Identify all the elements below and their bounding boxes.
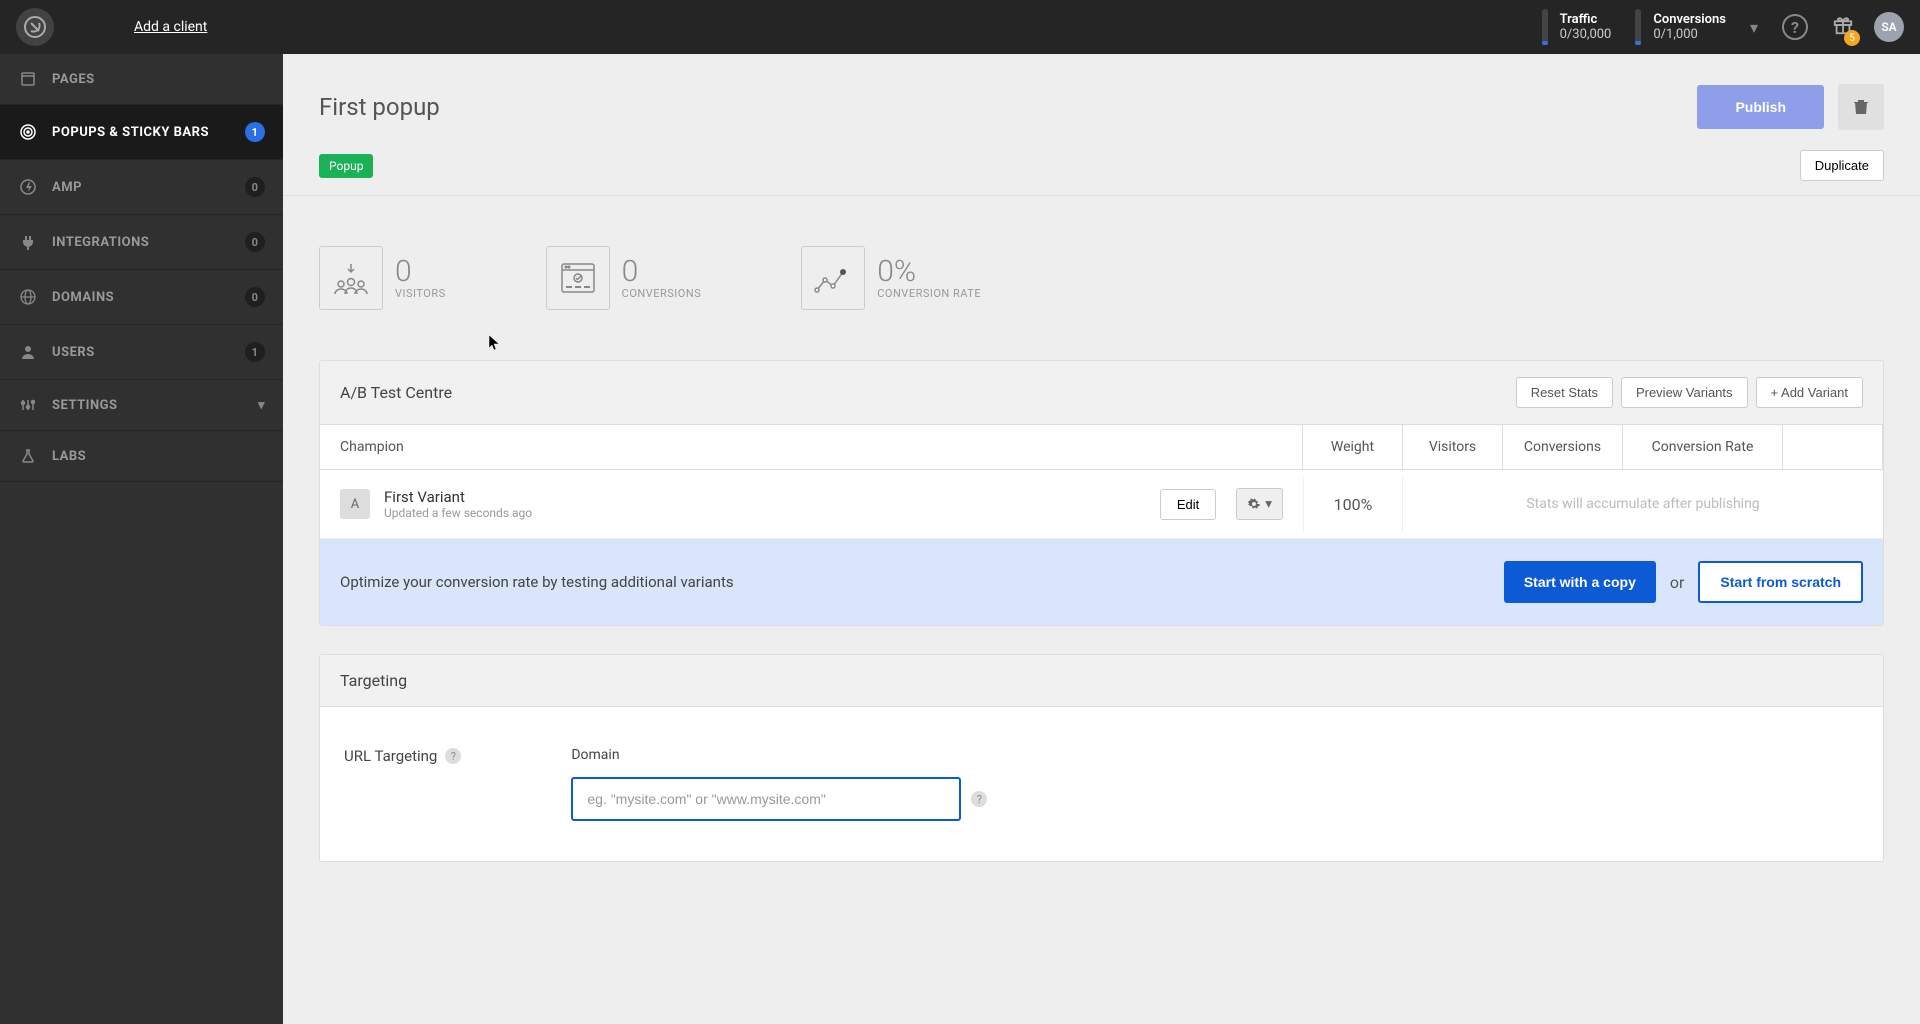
visitors-num: 0 [395,257,446,287]
or-text: or [1670,573,1685,592]
delete-button[interactable] [1838,84,1884,130]
trash-icon [1852,98,1870,116]
stat-visitors: 0 VISITORS [319,246,446,310]
sidebar-item-pages[interactable]: PAGES [0,54,283,105]
sidebar-item-labs[interactable]: LABS [0,431,283,482]
flask-icon [18,448,38,464]
sidebar-label-users: USERS [52,345,245,360]
sidebar-item-settings[interactable]: SETTINGS ▾ [0,380,283,431]
variant-row: A First Variant Updated a few seconds ag… [320,470,1883,539]
stat-conversions: 0 CONVERSIONS [546,246,702,310]
ab-test-panel: A/B Test Centre Reset Stats Preview Vari… [319,360,1884,626]
rate-num: 0% [877,257,981,287]
col-rate: Conversion Rate [1623,425,1783,469]
sidebar-item-popups[interactable]: POPUPS & STICKY BARS 1 [0,105,283,160]
bolt-icon [18,179,38,195]
sidebar-label-integrations: INTEGRATIONS [52,235,245,250]
user-avatar[interactable]: SA [1874,12,1904,42]
targeting-panel: Targeting URL Targeting ? Domain ? [319,654,1884,862]
sidebar-badge-integrations: 0 [245,232,265,252]
globe-icon [18,289,38,305]
variant-letter-badge: A [340,489,370,519]
sidebar-label-labs: LABS [52,449,265,464]
col-weight: Weight [1303,425,1403,469]
conversions-label: CONVERSIONS [622,287,702,300]
domain-label: Domain [571,747,987,763]
traffic-label: Traffic [1560,12,1612,27]
variant-name: First Variant [384,488,532,506]
sidebar-badge-users: 1 [245,342,265,362]
visitors-label: VISITORS [395,287,446,300]
col-conversions: Conversions [1503,425,1623,469]
gear-icon [1247,497,1261,511]
url-targeting-label: URL Targeting [344,747,437,765]
sidebar-label-popups: POPUPS & STICKY BARS [52,125,245,140]
help-icon[interactable]: ? [971,791,987,807]
visitors-icon [319,246,383,310]
rate-label: CONVERSION RATE [877,287,981,300]
col-champion: Champion [320,425,1303,469]
sliders-icon [18,397,38,413]
preview-variants-button[interactable]: Preview Variants [1621,377,1748,408]
conversions-icon [546,246,610,310]
variant-settings-button[interactable]: ▾ [1236,488,1283,520]
conversions-value: 0/1,000 [1653,27,1726,42]
sidebar-label-pages: PAGES [52,72,265,87]
page-title: First popup [319,93,1697,121]
gift-button[interactable]: 5 [1832,14,1854,40]
sidebar-item-integrations[interactable]: INTEGRATIONS 0 [0,215,283,270]
app-logo[interactable] [16,8,54,46]
gift-badge: 5 [1844,30,1860,46]
conversions-label: Conversions [1653,12,1726,27]
sidebar-label-amp: AMP [52,180,245,195]
conversions-bar [1635,9,1641,45]
ab-title: A/B Test Centre [340,383,1508,402]
sidebar-badge-amp: 0 [245,177,265,197]
add-variant-button[interactable]: + Add Variant [1756,377,1863,408]
start-scratch-button[interactable]: Start from scratch [1698,561,1863,603]
targeting-title: Targeting [340,671,1863,690]
popup-tag: Popup [319,154,373,178]
edit-variant-button[interactable]: Edit [1160,489,1216,520]
page-icon [18,71,38,87]
sidebar: PAGES POPUPS & STICKY BARS 1 AMP 0 INTEG… [0,54,283,1024]
sidebar-badge-domains: 0 [245,287,265,307]
domain-input[interactable] [571,777,961,821]
conversions-usage: Conversions 0/1,000 [1635,9,1726,45]
rate-icon [801,246,865,310]
chevron-down-icon: ▾ [258,398,265,413]
col-visitors: Visitors [1403,425,1503,469]
caret-down-icon: ▾ [1265,496,1272,512]
plug-icon [18,234,38,250]
traffic-usage: Traffic 0/30,000 [1542,9,1612,45]
variant-weight: 100% [1303,477,1403,532]
traffic-value: 0/30,000 [1560,27,1612,42]
help-icon[interactable]: ? [1782,14,1808,40]
sidebar-badge-popups: 1 [245,122,265,142]
sidebar-label-settings: SETTINGS [52,398,258,413]
sidebar-label-domains: DOMAINS [52,290,245,305]
stat-rate: 0% CONVERSION RATE [801,246,981,310]
duplicate-button[interactable]: Duplicate [1800,150,1884,181]
publish-button[interactable]: Publish [1697,85,1824,129]
variant-meta: Updated a few seconds ago [384,506,532,520]
help-icon[interactable]: ? [445,748,461,764]
user-icon [18,344,38,360]
start-copy-button[interactable]: Start with a copy [1504,561,1656,603]
sidebar-item-users[interactable]: USERS 1 [0,325,283,380]
reset-stats-button[interactable]: Reset Stats [1516,377,1613,408]
add-client-link[interactable]: Add a client [134,19,207,35]
conversions-num: 0 [622,257,702,287]
traffic-bar [1542,9,1548,45]
optimize-text: Optimize your conversion rate by testing… [340,573,1504,591]
target-icon [18,123,38,141]
sidebar-item-amp[interactable]: AMP 0 [0,160,283,215]
sidebar-item-domains[interactable]: DOMAINS 0 [0,270,283,325]
plan-dropdown[interactable]: ▾ [1750,18,1758,37]
stats-pending-text: Stats will accumulate after publishing [1403,478,1883,530]
